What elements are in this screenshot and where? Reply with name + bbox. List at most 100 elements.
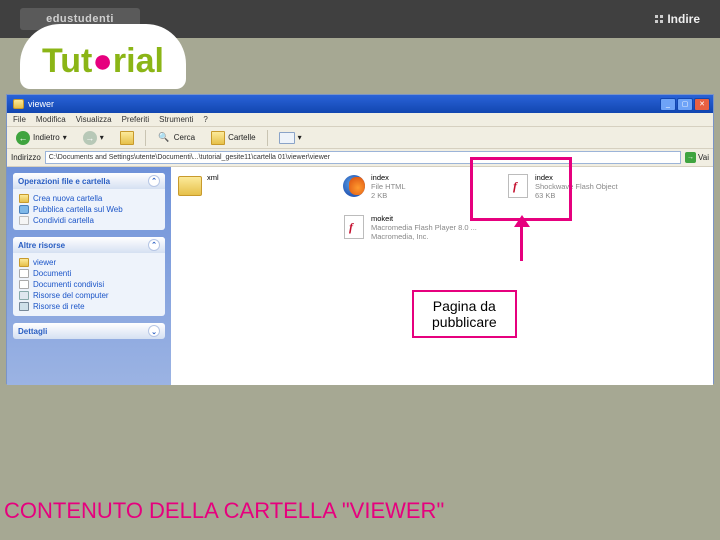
slide: edustudenti Indire Tut●rial viewer _ ▢ ✕… xyxy=(0,0,720,540)
chevron-down-icon: ▾ xyxy=(298,133,302,142)
folders-label: Cartelle xyxy=(228,133,256,142)
forward-icon: → xyxy=(83,131,97,145)
brand-indice-text: Indire xyxy=(667,12,700,26)
folder-icon xyxy=(178,176,202,196)
flash-icon xyxy=(344,215,364,239)
back-icon: ← xyxy=(16,131,30,145)
file-name: index xyxy=(371,173,406,182)
maximize-button[interactable]: ▢ xyxy=(677,98,693,111)
task-new-folder[interactable]: Crea nuova cartella xyxy=(19,193,159,204)
close-button[interactable]: ✕ xyxy=(694,98,710,111)
back-label: Indietro xyxy=(33,133,60,142)
file-item-index-swf[interactable]: index Shockwave Flash Object 63 KB xyxy=(505,173,655,200)
back-button[interactable]: ← Indietro ▾ xyxy=(11,129,72,147)
file-type: File HTML xyxy=(371,182,406,191)
folders-icon xyxy=(211,131,225,145)
folder-icon xyxy=(19,258,29,267)
task-publish-web[interactable]: Pubblica cartella sul Web xyxy=(19,204,159,215)
place-network[interactable]: Risorse di rete xyxy=(19,301,159,312)
file-size: 63 KB xyxy=(535,191,618,200)
globe-icon xyxy=(19,205,29,214)
computer-icon xyxy=(19,291,29,300)
flash-icon xyxy=(508,174,528,198)
menu-favorites[interactable]: Preferiti xyxy=(122,115,150,124)
menu-tools[interactable]: Strumenti xyxy=(159,115,193,124)
views-button[interactable]: ▾ xyxy=(274,130,307,146)
place-label: Documenti xyxy=(33,269,71,278)
share-icon xyxy=(19,216,29,225)
callout-line2: pubblicare xyxy=(432,314,497,330)
brand-dots-icon xyxy=(655,15,663,23)
menu-help[interactable]: ? xyxy=(203,115,207,124)
file-vendor: Macromedia, Inc. xyxy=(371,232,477,241)
callout-label: Pagina da pubblicare xyxy=(412,290,517,338)
tutorial-post: rial xyxy=(113,42,164,80)
tutorial-badge: Tut●rial xyxy=(20,24,186,89)
menu-edit[interactable]: Modifica xyxy=(36,115,66,124)
collapse-button[interactable]: ⌃ xyxy=(148,175,160,187)
place-my-computer[interactable]: Risorse del computer xyxy=(19,290,159,301)
panel-places-title: Altre risorse xyxy=(18,241,65,250)
shared-docs-icon xyxy=(19,280,29,289)
explorer-window: viewer _ ▢ ✕ File Modifica Visualizza Pr… xyxy=(6,94,714,384)
task-label: Crea nuova cartella xyxy=(33,194,102,203)
address-input[interactable]: C:\Documents and Settings\utente\Documen… xyxy=(45,151,681,164)
documents-icon xyxy=(19,269,29,278)
collapse-button[interactable]: ⌃ xyxy=(148,239,160,251)
tutorial-dot-icon: ● xyxy=(92,42,113,80)
folders-button[interactable]: Cartelle xyxy=(206,129,261,147)
network-icon xyxy=(19,302,29,311)
menu-file[interactable]: File xyxy=(13,115,26,124)
file-type: Shockwave Flash Object xyxy=(535,182,618,191)
task-label: Pubblica cartella sul Web xyxy=(33,205,123,214)
task-share-folder[interactable]: Condividi cartella xyxy=(19,215,159,226)
forward-button[interactable]: → ▾ xyxy=(78,129,109,147)
file-item-folder-xml[interactable]: xml xyxy=(177,173,327,200)
folder-icon xyxy=(13,99,24,109)
menu-view[interactable]: Visualizza xyxy=(76,115,112,124)
up-button[interactable] xyxy=(115,129,139,147)
tutorial-pre: Tut xyxy=(42,42,92,80)
file-item-index-html[interactable]: index File HTML 2 KB xyxy=(341,173,491,200)
expand-button[interactable]: ⌃ xyxy=(148,325,160,337)
go-button[interactable]: → Vai xyxy=(685,152,709,163)
search-label: Cerca xyxy=(174,133,195,142)
panel-file-tasks: Operazioni file e cartella ⌃ Crea nuova … xyxy=(13,173,165,230)
file-name: xml xyxy=(207,173,219,182)
go-icon: → xyxy=(685,152,696,163)
place-label: Risorse del computer xyxy=(33,291,109,300)
panel-tasks-title: Operazioni file e cartella xyxy=(18,177,110,186)
panel-details: Dettagli ⌃ xyxy=(13,323,165,339)
file-item-mokeit[interactable]: mokeit Macromedia Flash Player 8.0 ... M… xyxy=(341,214,491,241)
callout-line1: Pagina da xyxy=(432,298,497,314)
tasks-sidebar: Operazioni file e cartella ⌃ Crea nuova … xyxy=(7,167,171,385)
toolbar: ← Indietro ▾ → ▾ Cerca Cartelle xyxy=(7,127,713,149)
file-type: Macromedia Flash Player 8.0 ... xyxy=(371,223,477,232)
menubar: File Modifica Visualizza Preferiti Strum… xyxy=(7,113,713,127)
firefox-icon xyxy=(343,175,365,197)
titlebar: viewer _ ▢ ✕ xyxy=(7,95,713,113)
place-shared-docs[interactable]: Documenti condivisi xyxy=(19,279,159,290)
panel-other-places: Altre risorse ⌃ viewer Documenti Documen… xyxy=(13,237,165,316)
file-list-pane: xml index File HTML 2 KB xyxy=(171,167,713,385)
window-title: viewer xyxy=(28,99,54,109)
task-label: Condividi cartella xyxy=(33,216,94,225)
search-button[interactable]: Cerca xyxy=(152,129,200,147)
slide-caption: CONTENUTO DELLA CARTELLA "VIEWER" xyxy=(0,498,444,524)
chevron-down-icon: ▾ xyxy=(63,133,67,142)
chevron-down-icon: ▾ xyxy=(100,133,104,142)
toolbar-separator xyxy=(145,130,146,146)
search-icon xyxy=(157,131,171,145)
place-viewer[interactable]: viewer xyxy=(19,257,159,268)
up-folder-icon xyxy=(120,131,134,145)
place-label: Documenti condivisi xyxy=(33,280,104,289)
file-name: mokeit xyxy=(371,214,477,223)
place-label: Risorse di rete xyxy=(33,302,85,311)
minimize-button[interactable]: _ xyxy=(660,98,676,111)
address-label: Indirizzo xyxy=(11,153,41,162)
place-documents[interactable]: Documenti xyxy=(19,268,159,279)
addressbar: Indirizzo C:\Documents and Settings\uten… xyxy=(7,149,713,167)
go-label: Vai xyxy=(698,153,709,162)
brand-indice: Indire xyxy=(655,12,700,26)
folder-icon xyxy=(19,194,29,203)
